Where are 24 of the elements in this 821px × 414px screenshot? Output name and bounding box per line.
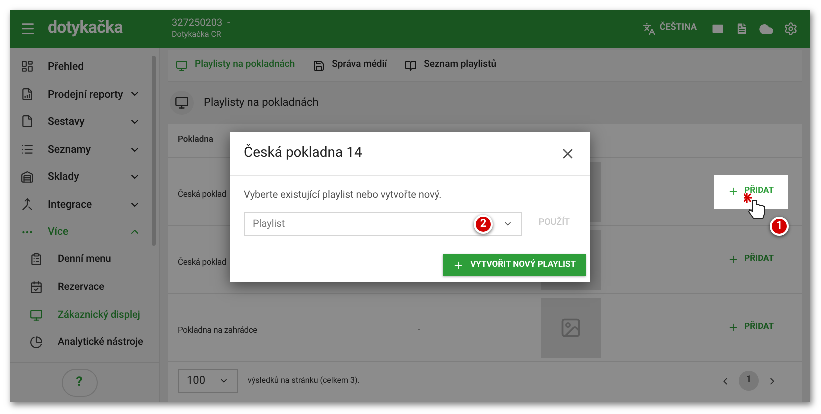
dialog-text: Vyberte existující playlist nebo vytvořte nový. (243, 189, 443, 203)
sidebar-subitem[interactable]: Denní menu (10, 246, 159, 274)
table-cell: Česká poklad (178, 190, 226, 200)
table-cell: - (418, 324, 421, 336)
tab[interactable]: Správa médií (313, 58, 388, 73)
page-button[interactable]: 1 (739, 371, 759, 391)
account-name: Dotykačka CR (172, 30, 222, 40)
table-cell: Pokladna na zahrádce (178, 326, 258, 336)
add-button[interactable]: PŘIDAT (714, 310, 788, 344)
table-cell: Česká poklad (178, 258, 226, 268)
column-header: Pokladna (178, 134, 214, 147)
pagination-summary: výsledků na stránku (celkem 3). (248, 375, 360, 387)
add-button[interactable]: PŘIDAT (714, 242, 788, 276)
language-button[interactable]: ČEŠTINA (642, 22, 697, 36)
account-id: 327250203 - (172, 18, 230, 30)
create-playlist-button[interactable]: VYTVOŘIT NOVÝ PLAYLIST (442, 254, 586, 276)
tab[interactable]: Seznam playlistů (405, 58, 496, 73)
sidebar-subitem[interactable]: Rezervace (10, 274, 159, 302)
rows-per-page-select[interactable]: 100 (178, 369, 238, 393)
logo: dotykačka (48, 17, 123, 40)
add-button[interactable]: PŘIDAT (714, 174, 788, 208)
page-title: Playlisty na pokladnách (204, 94, 319, 111)
sidebar-subitem[interactable]: Analytické nástroje (10, 328, 159, 357)
dialog-title: Česká pokladna 14 (244, 143, 362, 163)
